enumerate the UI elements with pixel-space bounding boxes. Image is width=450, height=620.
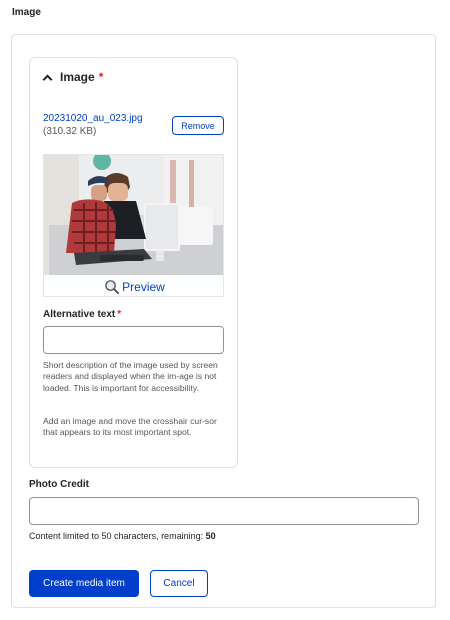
page-title: Image [12,7,41,18]
uploaded-photo[interactable] [44,155,224,275]
remaining-count: 50 [205,531,216,541]
focal-point-description: Add an image and move the crosshair cur-… [43,416,217,438]
image-details-label: Image [60,70,95,84]
character-limit-text: Content limited to 50 characters, remain… [29,531,206,541]
image-preview-box: Preview [43,154,224,297]
alt-text-label: Alternative text * [43,309,121,320]
image-details-summary[interactable]: Image * [42,70,104,84]
photo-credit-label: Photo Credit [29,479,89,490]
photo-credit-description: Content limited to 50 characters, remain… [29,531,216,541]
required-marker: * [98,70,104,84]
alt-text-label-text: Alternative text [43,309,116,320]
remove-button[interactable]: Remove [172,116,224,135]
alt-text-description: Short description of the image used by s… [43,360,218,393]
magnifier-icon [105,280,120,294]
cancel-button[interactable]: Cancel [150,570,208,597]
file-size: (310.32 KB) [43,126,97,137]
alt-required-marker: * [117,309,122,320]
chevron-up-icon [42,74,53,84]
preview-label: Preview [122,279,165,294]
create-media-item-button[interactable]: Create media item [29,570,139,597]
photo-credit-input[interactable] [29,497,419,525]
file-name-link[interactable]: 20231020_au_023.jpg [43,113,143,124]
image-details: Image * 20231020_au_023.jpg (310.32 KB) … [29,57,238,468]
alt-text-input[interactable] [43,326,224,354]
preview-link[interactable]: Preview [44,275,223,296]
